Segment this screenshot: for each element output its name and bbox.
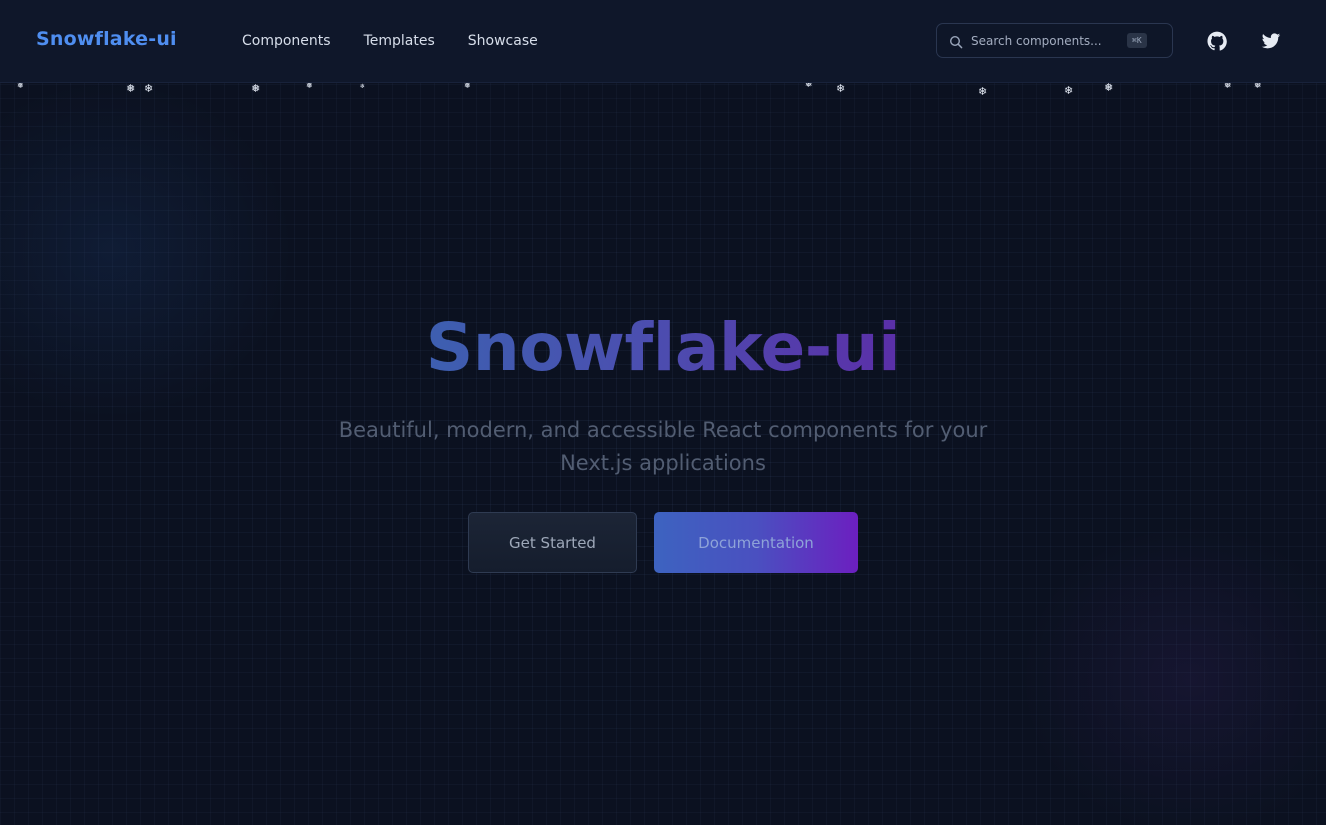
- snowflake: ❄: [144, 82, 154, 95]
- hero-actions: Get Started Documentation: [0, 512, 1326, 573]
- snowfall-decoration: ❅ ❅ ❄ ❅ ❅ ❄ ❅ ❅ ❄ ❄ ❄ ❅ ❅ ❅: [0, 80, 1326, 100]
- snowflake: ❅: [126, 82, 136, 95]
- snowflake: ❄: [978, 85, 988, 98]
- get-started-button[interactable]: Get Started: [468, 512, 637, 573]
- page: Snowflake-ui Components Templates Showca…: [0, 0, 1326, 825]
- main-nav: Components Templates Showcase: [242, 33, 571, 49]
- search-input[interactable]: [971, 33, 1121, 48]
- snowflake: ❅: [1104, 81, 1114, 94]
- top-navbar: Snowflake-ui Components Templates Showca…: [0, 0, 1326, 83]
- search-shortcut-badge: ⌘K: [1127, 33, 1147, 48]
- nav-templates[interactable]: Templates: [364, 33, 435, 49]
- brand-logo[interactable]: Snowflake-ui: [36, 28, 177, 50]
- hero-section: Snowflake-ui Beautiful, modern, and acce…: [0, 300, 1326, 573]
- snowflake: ❅: [251, 82, 261, 95]
- snowflake: ❄: [1064, 84, 1074, 97]
- hero-subtitle: Beautiful, modern, and accessible React …: [338, 418, 988, 475]
- documentation-button[interactable]: Documentation: [654, 512, 858, 573]
- snowflake: ❄: [836, 82, 846, 95]
- search-icon: [949, 34, 963, 48]
- github-icon[interactable]: [1206, 30, 1228, 52]
- search-box[interactable]: ⌘K: [936, 23, 1173, 58]
- nav-components[interactable]: Components: [242, 33, 331, 49]
- nav-showcase[interactable]: Showcase: [468, 33, 538, 49]
- hero-title: Snowflake-ui: [426, 300, 901, 396]
- twitter-icon[interactable]: [1260, 30, 1282, 52]
